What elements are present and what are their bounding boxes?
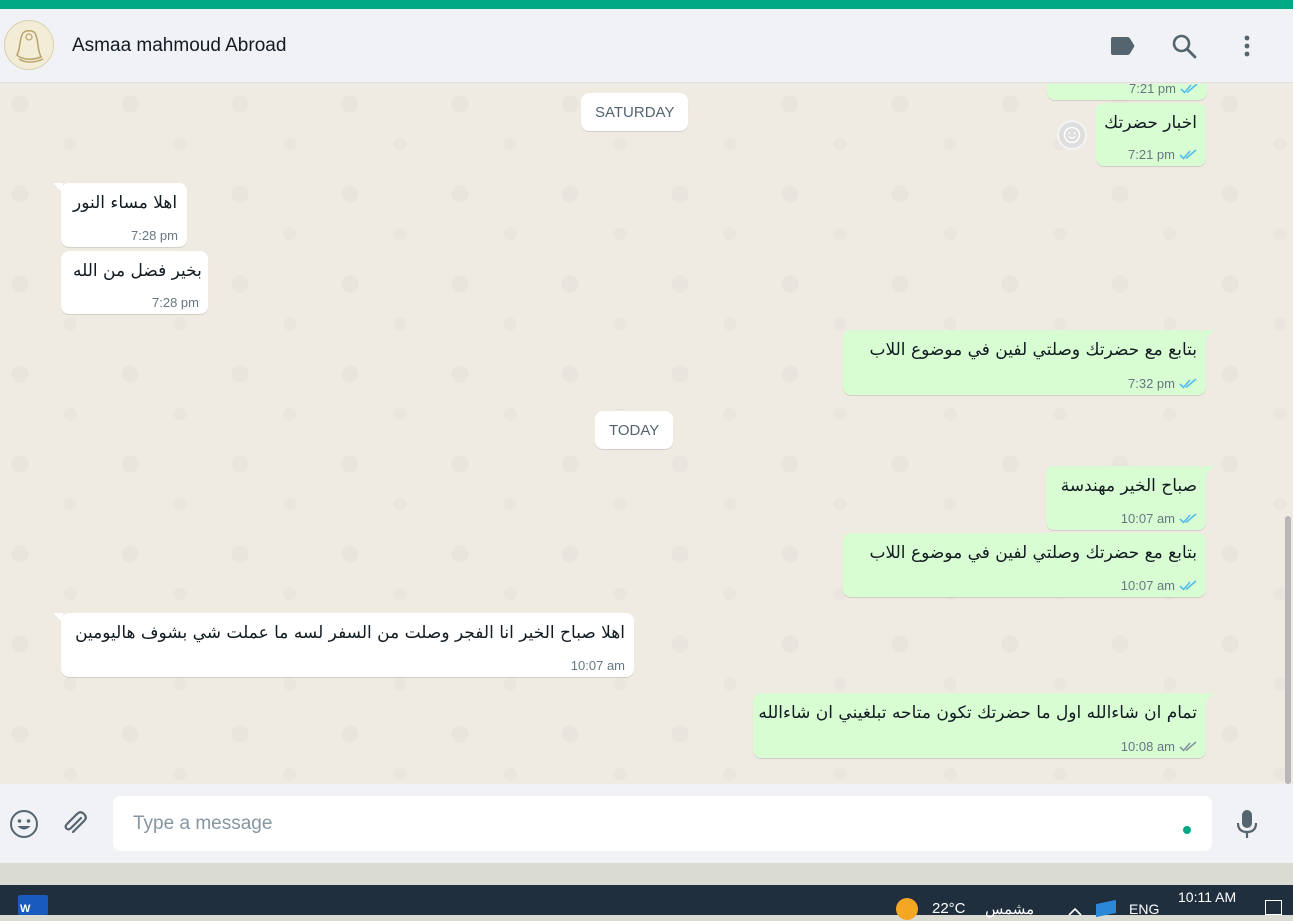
message-meta: 10:07 am <box>1121 578 1197 593</box>
message-time: 7:28 pm <box>152 295 199 310</box>
chat-header: Asmaa mahmoud Abroad <box>0 9 1293 83</box>
delivered-ticks-icon <box>1179 741 1197 752</box>
message-time: 10:07 am <box>570 658 625 673</box>
message-meta: 10:08 am <box>1121 739 1197 754</box>
smiley-icon <box>1063 126 1081 144</box>
bubble-tail <box>1204 330 1214 340</box>
message-text: اخبار حضرتك <box>1104 113 1197 133</box>
message-text: بخير فضل من الله <box>73 261 202 281</box>
message-bubble-incoming[interactable]: اهلا صباح الخير انا الفجر وصلت من السفر … <box>53 613 634 677</box>
weather-condition[interactable]: مشمس <box>985 900 1034 918</box>
message-time: 7:32 pm <box>1128 376 1175 391</box>
message-bubble-incoming[interactable]: بخير فضل من الله 7:28 pm <box>61 251 208 314</box>
read-ticks-icon <box>1179 513 1197 524</box>
read-ticks-icon <box>1180 84 1198 94</box>
message-input[interactable] <box>113 796 1212 851</box>
message-meta: 7:21 pm <box>1129 84 1198 96</box>
scrollbar-thumb[interactable] <box>1285 516 1291 784</box>
message-time: 7:21 pm <box>1128 147 1175 162</box>
message-text: اهلا صباح الخير انا الفجر وصلت من السفر … <box>75 623 625 643</box>
message-meta: 10:07 am <box>571 658 625 673</box>
message-meta: 7:21 pm <box>1128 147 1197 162</box>
avatar-illustration-icon <box>6 22 53 69</box>
bubble-tail <box>1204 466 1214 476</box>
weather-sun-icon[interactable] <box>896 898 918 920</box>
message-bubble-outgoing[interactable]: صباح الخير مهندسة 10:07 am <box>1046 466 1214 530</box>
message-meta: 7:28 pm <box>131 228 178 243</box>
message-time: 10:08 am <box>1120 739 1175 754</box>
message-time: 10:07 am <box>1120 511 1175 526</box>
composer-bar <box>0 784 1293 863</box>
message-time: 7:21 pm <box>1129 84 1176 96</box>
windows-taskbar: W 22°C مشمس ENG 10:11 AM <box>0 885 1293 920</box>
clock-time[interactable]: 10:11 AM <box>1178 889 1236 905</box>
message-text: صباح الخير مهندسة <box>1060 476 1197 496</box>
message-bubble-outgoing[interactable]: تمام ان شاءالله اول ما حضرتك تكون متاحه … <box>753 693 1214 758</box>
date-separator: TODAY <box>595 411 674 449</box>
bubble-tail <box>1204 693 1214 703</box>
weather-temperature[interactable]: 22°C <box>932 900 966 917</box>
message-text: تمام ان شاءالله اول ما حضرتك تكون متاحه … <box>758 703 1197 723</box>
message-meta: 7:32 pm <box>1128 376 1197 391</box>
microphone-icon[interactable] <box>1229 806 1265 842</box>
message-text: بتابع مع حضرتك وصلتي لفين في موضوع اللاب <box>869 340 1197 360</box>
message-meta: 7:28 pm <box>152 295 199 310</box>
message-bubble-outgoing[interactable]: اخبار حضرتك 7:21 pm <box>1096 103 1206 166</box>
extension-status-dot <box>1183 826 1191 834</box>
attach-icon[interactable] <box>57 806 93 842</box>
emoji-icon[interactable] <box>6 806 42 842</box>
message-text: بتابع مع حضرتك وصلتي لفين في موضوع اللاب <box>869 543 1197 563</box>
date-separator: SATURDAY <box>581 93 689 131</box>
read-ticks-icon <box>1179 580 1197 591</box>
reaction-emoji-button[interactable] <box>1057 120 1087 150</box>
label-icon[interactable] <box>1105 29 1139 63</box>
whatsapp-window: Asmaa mahmoud Abroad 7:21 pm SATURDAY اخ… <box>0 9 1293 863</box>
message-list[interactable]: 7:21 pm SATURDAY اخبار حضرتك 7:21 pm اهل… <box>0 84 1293 784</box>
word-app-icon[interactable]: W <box>18 895 48 915</box>
chevron-up-icon[interactable] <box>1067 903 1083 921</box>
message-text: اهلا مساء النور <box>73 193 178 213</box>
message-bubble-incoming[interactable]: اهلا مساء النور 7:28 pm <box>53 183 187 247</box>
bubble-tail <box>53 183 63 193</box>
message-time: 7:28 pm <box>131 228 178 243</box>
contact-avatar[interactable] <box>4 20 54 70</box>
notification-icon[interactable] <box>1265 900 1282 915</box>
bubble-tail <box>53 613 63 623</box>
message-bubble-outgoing[interactable]: بتابع مع حضرتك وصلتي لفين في موضوع اللاب… <box>843 330 1214 395</box>
top-accent-strip <box>0 0 1293 9</box>
message-bubble-outgoing[interactable]: بتابع مع حضرتك وصلتي لفين في موضوع اللاب… <box>843 533 1206 597</box>
menu-icon[interactable] <box>1230 29 1264 63</box>
message-meta: 10:07 am <box>1121 511 1197 526</box>
search-icon[interactable] <box>1167 29 1201 63</box>
read-ticks-icon <box>1179 149 1197 160</box>
message-bubble-partial[interactable]: 7:21 pm <box>1047 84 1207 100</box>
message-time: 10:07 am <box>1120 578 1175 593</box>
contact-name[interactable]: Asmaa mahmoud Abroad <box>72 35 286 57</box>
read-ticks-icon <box>1179 378 1197 389</box>
